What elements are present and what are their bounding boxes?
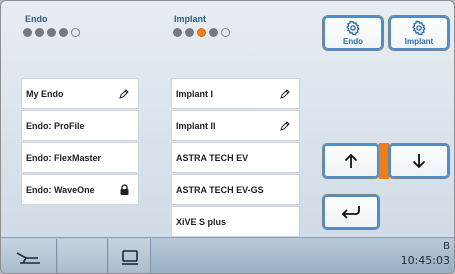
device-screen: Endo Implant Endo Implant My Endo Endo: … [0, 0, 455, 274]
gear-icon [346, 20, 360, 36]
list-item-astra-tech-ev-gs[interactable]: ASTRA TECH EV-GS [171, 174, 300, 205]
back-button[interactable] [322, 194, 380, 230]
empty-tab-button[interactable] [58, 239, 108, 273]
clock: 10:45:03 [400, 254, 450, 267]
list-item-endo-profile[interactable]: Endo: ProFile [21, 110, 139, 141]
endo-settings-label: Endo [343, 37, 363, 46]
scroll-down-button[interactable] [388, 143, 450, 179]
dental-chair-button[interactable] [1, 239, 57, 273]
return-arrow-icon [341, 206, 360, 219]
gear-icon [412, 20, 426, 36]
monitor-icon [121, 249, 138, 265]
endo-dot-2 [35, 28, 44, 37]
list-item-label: Endo: ProFile [26, 120, 85, 131]
endo-dot-3 [47, 28, 56, 37]
list-item-endo-waveone[interactable]: Endo: WaveOne [21, 174, 139, 205]
list-item-label: Endo: WaveOne [26, 184, 95, 195]
implant-settings-button[interactable]: Implant [388, 15, 450, 51]
pencil-icon[interactable] [279, 88, 291, 100]
bottom-bar: B 10:45:03 [1, 237, 454, 273]
implant-dot-1 [173, 28, 182, 37]
implant-dot-5 [221, 28, 230, 37]
implant-dot-2 [185, 28, 194, 37]
status-area: B 10:45:03 [401, 240, 450, 268]
endo-settings-button[interactable]: Endo [322, 15, 384, 51]
list-item-implant-2[interactable]: Implant II [171, 110, 300, 141]
endo-mode-title: Endo [25, 14, 48, 24]
list-item-xive-s-plus[interactable]: XiVE S plus [171, 206, 300, 237]
implant-step-dots [173, 28, 230, 37]
endo-program-list: My Endo Endo: ProFile Endo: FlexMaster E… [21, 78, 139, 206]
implant-dot-3 [197, 28, 206, 37]
list-item-label: Implant II [176, 120, 216, 131]
list-item-label: ASTRA TECH EV-GS [176, 184, 264, 195]
arrow-up-icon [344, 153, 358, 168]
implant-mode-title: Implant [174, 14, 207, 24]
list-item-my-endo[interactable]: My Endo [21, 78, 139, 109]
list-item-label: Implant I [176, 88, 214, 99]
list-item-astra-tech-ev[interactable]: ASTRA TECH EV [171, 142, 300, 173]
endo-dot-4 [59, 28, 68, 37]
list-item-label: My Endo [26, 88, 64, 99]
status-letter: B [443, 241, 450, 252]
pencil-icon[interactable] [118, 88, 130, 100]
scroll-up-button[interactable] [322, 143, 380, 179]
list-item-label: Endo: FlexMaster [26, 152, 102, 163]
list-item-implant-1[interactable]: Implant I [171, 78, 300, 109]
endo-dot-1 [23, 28, 32, 37]
endo-dot-5 [71, 28, 80, 37]
list-item-endo-flexmaster[interactable]: Endo: FlexMaster [21, 142, 139, 173]
implant-dot-4 [209, 28, 218, 37]
pencil-icon[interactable] [279, 120, 291, 132]
arrow-down-icon [412, 154, 426, 169]
implant-settings-label: Implant [404, 37, 434, 46]
endo-step-dots [23, 28, 80, 37]
implant-program-list: Implant I Implant II ASTRA TECH EV ASTRA… [171, 78, 300, 238]
list-item-label: ASTRA TECH EV [176, 152, 249, 163]
dental-chair-icon [16, 251, 40, 264]
list-item-label: XiVE S plus [176, 216, 227, 227]
lock-icon [118, 183, 130, 196]
monitor-button[interactable] [109, 239, 151, 273]
